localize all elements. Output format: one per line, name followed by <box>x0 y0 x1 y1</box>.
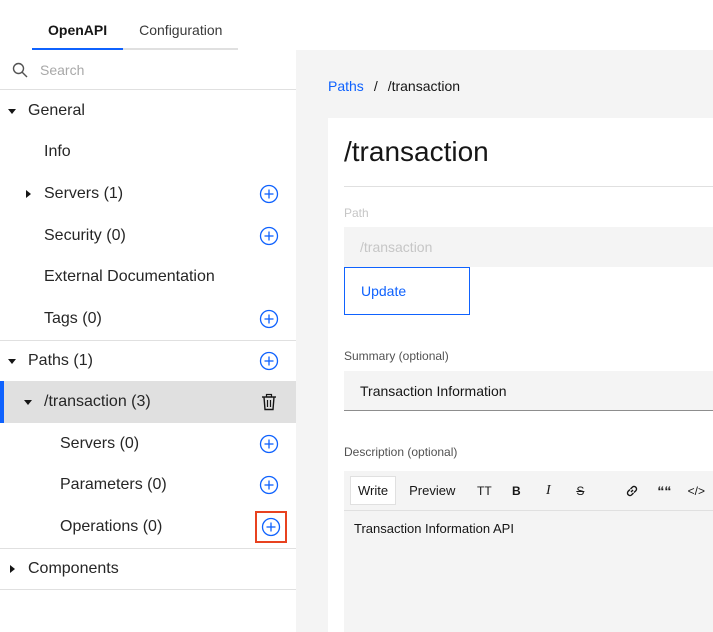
tree-item-security[interactable]: Security (0) <box>0 215 296 257</box>
breadcrumb-separator: / <box>373 78 378 94</box>
divider <box>0 589 296 591</box>
strikethrough-button[interactable]: S <box>564 477 596 505</box>
add-icon <box>259 475 279 495</box>
path-label: Path <box>344 206 369 220</box>
add-operation-button[interactable] <box>255 510 287 543</box>
tree-item-label: Servers (1) <box>44 184 124 202</box>
caret-down-icon[interactable] <box>5 104 19 118</box>
tree-item-transaction[interactable]: /transaction (3) <box>0 381 296 423</box>
tree-item-label: External Documentation <box>44 268 215 286</box>
tree-item-path-servers[interactable]: Servers (0) <box>0 423 296 465</box>
tree-item-operations[interactable]: Operations (0) <box>0 506 296 548</box>
tree-item-paths[interactable]: Paths (1) <box>0 339 296 382</box>
tree-item-label: Info <box>44 143 71 161</box>
tree-item-label: Servers (0) <box>60 434 140 452</box>
navigation-tree: General Info Servers (1) Security (0) Ex… <box>0 90 296 591</box>
caret-right-icon[interactable] <box>21 187 35 201</box>
breadcrumb: Paths / /transaction <box>328 78 460 94</box>
tree-item-label: Operations (0) <box>60 517 163 535</box>
summary-label: Summary (optional) <box>344 349 449 363</box>
tree-item-servers[interactable]: Servers (1) <box>0 173 296 215</box>
bold-button[interactable]: B <box>500 477 532 505</box>
tree-item-components[interactable]: Components <box>0 547 296 590</box>
search-bar <box>0 50 296 90</box>
update-button[interactable]: Update <box>344 267 470 315</box>
link-icon <box>627 485 638 496</box>
add-icon <box>261 517 281 536</box>
link-button[interactable] <box>616 477 648 505</box>
caret-down-icon[interactable] <box>21 395 35 409</box>
search-input[interactable] <box>40 61 260 78</box>
tree-item-tags[interactable]: Tags (0) <box>0 298 296 340</box>
caret-down-icon[interactable] <box>5 354 19 368</box>
description-label: Description (optional) <box>344 445 458 459</box>
add-parameter-button[interactable] <box>258 474 280 496</box>
divider <box>344 186 713 187</box>
add-tag-button[interactable] <box>258 308 280 330</box>
tree-item-label: Components <box>28 559 119 577</box>
write-tab[interactable]: Write <box>350 476 397 505</box>
breadcrumb-current: /transaction <box>387 78 461 94</box>
add-icon <box>259 434 279 453</box>
tree-item-info[interactable]: Info <box>0 132 296 174</box>
add-path-button[interactable] <box>258 350 280 372</box>
tab-configuration[interactable]: Configuration <box>123 14 238 48</box>
heading-button[interactable]: TT <box>468 477 500 505</box>
tree-item-label: Parameters (0) <box>60 476 167 494</box>
italic-button[interactable]: I <box>532 477 564 505</box>
tree-item-label: Paths (1) <box>28 351 93 369</box>
search-icon <box>0 62 40 78</box>
description-editor: Write Preview TT B I S ““ </> Transactio… <box>344 471 713 632</box>
summary-input[interactable]: Transaction Information <box>344 371 713 411</box>
caret-right-icon[interactable] <box>5 562 19 576</box>
add-icon <box>259 184 279 204</box>
tab-bar: OpenAPI Configuration <box>32 14 239 50</box>
tab-openapi[interactable]: OpenAPI <box>32 14 124 50</box>
add-icon <box>259 351 279 371</box>
add-security-button[interactable] <box>258 225 280 247</box>
path-detail-card: /transaction Path /transaction Update Su… <box>328 118 713 632</box>
main-panel: Paths / /transaction /transaction Path /… <box>296 50 713 632</box>
breadcrumb-paths-link[interactable]: Paths <box>328 78 364 94</box>
add-icon <box>259 226 279 245</box>
tree-item-general[interactable]: General <box>0 90 296 132</box>
editor-toolbar: Write Preview TT B I S ““ </> <box>344 471 713 511</box>
tree-item-label: General <box>28 101 85 119</box>
path-input[interactable]: /transaction <box>344 227 713 267</box>
tree-item-label: /transaction (3) <box>44 392 151 410</box>
add-server-button[interactable] <box>258 183 280 205</box>
description-textarea[interactable]: Transaction Information API <box>344 511 713 546</box>
delete-path-button[interactable] <box>258 391 280 413</box>
sidebar: OpenAPI Configuration General Info Serve… <box>0 0 296 632</box>
tree-item-external-docs[interactable]: External Documentation <box>0 256 296 298</box>
code-button[interactable]: </> <box>680 477 712 505</box>
tree-item-label: Tags (0) <box>44 309 102 327</box>
add-path-server-button[interactable] <box>258 433 280 455</box>
add-icon <box>259 309 279 328</box>
tree-item-label: Security (0) <box>44 226 126 244</box>
preview-tab[interactable]: Preview <box>402 477 462 504</box>
page-title: /transaction <box>344 136 489 167</box>
quote-button[interactable]: ““ <box>648 477 680 505</box>
tree-item-parameters[interactable]: Parameters (0) <box>0 464 296 506</box>
trash-icon <box>262 393 276 411</box>
